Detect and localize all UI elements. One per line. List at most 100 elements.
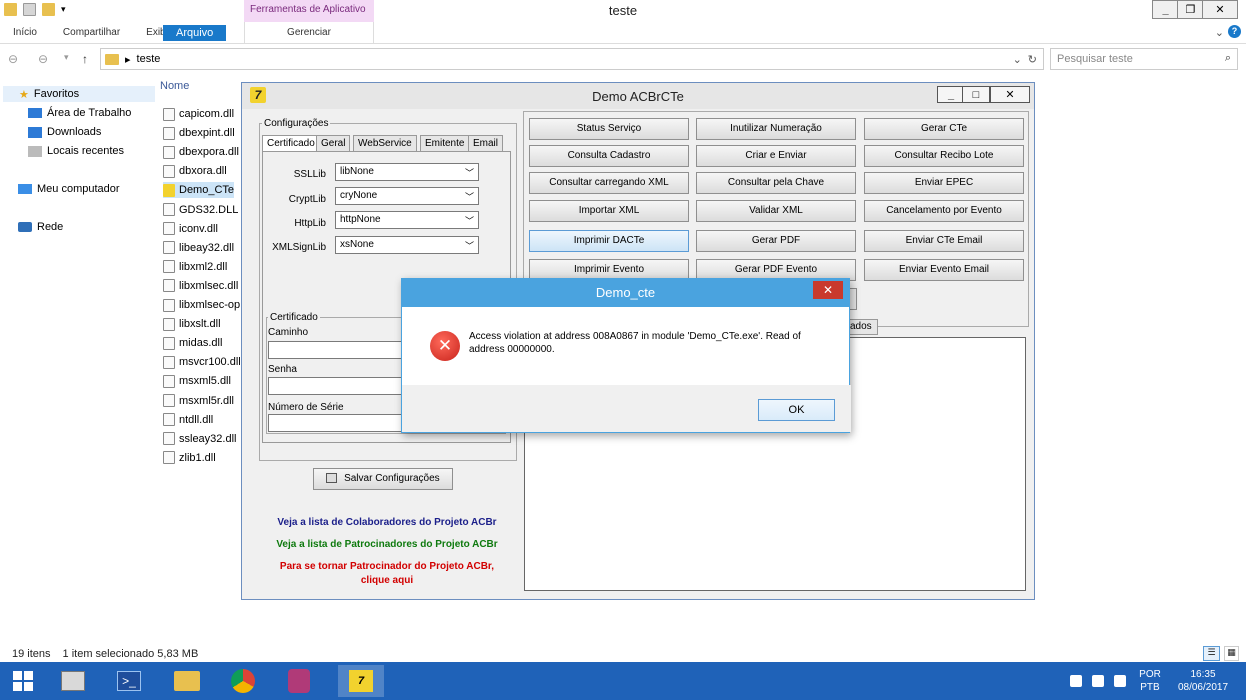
tab-email[interactable]: Email — [468, 135, 504, 152]
acbr-minimize-button[interactable]: _ — [937, 86, 965, 103]
action-button[interactable]: Enviar EPEC — [864, 172, 1024, 194]
tab-inicio[interactable]: Início — [0, 22, 50, 44]
recent-dropdown-icon[interactable]: ▾ — [64, 52, 69, 63]
action-button[interactable]: Consulta Cadastro — [529, 145, 689, 167]
action-button[interactable]: Importar XML — [529, 200, 689, 222]
ribbon-expand-icon[interactable]: ⌄ — [1215, 26, 1224, 39]
help-icon[interactable]: ? — [1228, 25, 1241, 38]
crypt-select[interactable]: cryNone ﹀ — [335, 187, 479, 205]
action-button[interactable]: Enviar CTe Email — [864, 230, 1024, 252]
refresh-icon[interactable]: ↻ — [1028, 53, 1037, 66]
up-icon[interactable]: ↑ — [82, 52, 88, 66]
http-select[interactable]: httpNone ﹀ — [335, 211, 479, 229]
tab-webservice[interactable]: WebService — [353, 135, 417, 152]
file-row[interactable]: ntdll.dll — [163, 412, 213, 428]
acbr-maximize-button[interactable]: □ — [962, 86, 990, 103]
server-manager-icon[interactable] — [50, 665, 96, 697]
cert-serial-input[interactable] — [268, 414, 402, 432]
file-row[interactable]: midas.dll — [163, 335, 222, 351]
file-row[interactable]: Demo_CTe — [163, 182, 235, 199]
minimize-button[interactable]: _ — [1152, 0, 1179, 19]
tab-compartilhar[interactable]: Compartilhar — [50, 22, 133, 44]
file-row[interactable]: libxmlsec.dll — [163, 278, 238, 294]
tray-volume-icon[interactable] — [1114, 675, 1126, 687]
become-sponsor-link-line2[interactable]: clique aqui — [256, 575, 518, 586]
acbr-taskbar-icon[interactable]: 7 — [338, 665, 384, 697]
column-header-name[interactable]: Nome — [160, 80, 240, 92]
large-icons-view-icon[interactable]: ▦ — [1224, 646, 1239, 661]
action-button[interactable]: Inutilizar Numeração — [696, 118, 856, 140]
action-button[interactable]: Gerar CTe — [864, 118, 1024, 140]
ssl-select[interactable]: libNone ﹀ — [335, 163, 479, 181]
address-dropdown-icon[interactable]: ⌄ — [1013, 53, 1022, 66]
tab-geral[interactable]: Geral — [316, 135, 351, 152]
tray-network-icon[interactable] — [1092, 675, 1104, 687]
nav-item-desktop[interactable]: Área de Trabalho — [28, 107, 131, 119]
close-button[interactable]: ✕ — [1202, 0, 1238, 19]
action-button[interactable]: Criar e Enviar — [696, 145, 856, 167]
file-name: libxmlsec.dll — [179, 279, 239, 292]
nav-item-recent[interactable]: Locais recentes — [28, 145, 124, 157]
file-row[interactable]: iconv.dll — [163, 221, 218, 237]
acbr-close-button[interactable]: ✕ — [990, 86, 1030, 103]
nav-item-computer[interactable]: Meu computador — [18, 183, 120, 195]
details-view-icon[interactable]: ☰ — [1203, 646, 1220, 661]
action-button[interactable]: Status Serviço — [529, 118, 689, 140]
file-row[interactable]: zlib1.dll — [163, 450, 216, 466]
ok-button[interactable]: OK — [758, 399, 835, 421]
file-row[interactable]: dbxora.dll — [163, 163, 227, 179]
nav-item-network[interactable]: Rede — [18, 221, 63, 233]
file-row[interactable]: msxml5.dll — [163, 373, 231, 389]
cert-path-input[interactable] — [268, 341, 402, 359]
action-button[interactable]: Consultar pela Chave — [696, 172, 856, 194]
file-row[interactable]: ssleay32.dll — [163, 431, 236, 447]
file-row[interactable]: msvcr100.dll — [163, 354, 241, 370]
file-row[interactable]: libxml2.dll — [163, 259, 227, 275]
result-tab-partial[interactable]: ados — [846, 319, 878, 335]
file-row[interactable]: dbexpint.dll — [163, 125, 235, 141]
search-icon[interactable]: ⌕ — [1225, 52, 1231, 65]
cert-password-input[interactable] — [268, 377, 402, 395]
action-button[interactable]: Cancelamento por Evento — [864, 200, 1024, 222]
action-button[interactable]: Consultar Recibo Lote — [864, 145, 1024, 167]
sponsors-link[interactable]: Veja a lista de Patrocinadores do Projet… — [256, 539, 518, 550]
maximize-button[interactable]: ❐ — [1177, 0, 1204, 19]
back-icon[interactable]: ⊖ — [8, 52, 18, 66]
breadcrumb[interactable]: teste — [137, 53, 161, 65]
tray-flag-icon[interactable] — [1070, 675, 1082, 687]
database-tool-icon[interactable] — [276, 665, 322, 697]
language-indicator[interactable]: POR PTB — [1136, 668, 1164, 694]
xmlsign-select[interactable]: xsNone ﹀ — [335, 236, 479, 254]
search-input[interactable]: Pesquisar teste ⌕ — [1050, 48, 1238, 70]
dialog-close-button[interactable]: ✕ — [813, 281, 843, 299]
become-sponsor-link[interactable]: Para se tornar Patrocinador do Projeto A… — [256, 561, 518, 572]
file-explorer-icon[interactable] — [164, 665, 210, 697]
chrome-icon[interactable] — [220, 665, 266, 697]
start-button[interactable] — [0, 665, 46, 697]
file-row[interactable]: libeay32.dll — [163, 240, 234, 256]
save-config-button[interactable]: Salvar Configurações — [313, 468, 453, 490]
clock[interactable]: 16:35 08/06/2017 — [1170, 668, 1236, 694]
tab-emitente[interactable]: Emitente — [420, 135, 470, 152]
forward-icon[interactable]: ⊖ — [38, 52, 48, 66]
file-row[interactable]: libxmlsec-op — [163, 297, 240, 313]
file-row[interactable]: GDS32.DLL — [163, 202, 238, 218]
file-row[interactable]: dbexpora.dll — [163, 144, 239, 160]
file-row[interactable]: msxml5r.dll — [163, 393, 234, 409]
nav-item-downloads[interactable]: Downloads — [28, 126, 101, 138]
action-button[interactable]: Gerar PDF — [696, 230, 856, 252]
action-button[interactable]: Consultar carregando XML — [529, 172, 689, 194]
cert-serial-label: Número de Série — [268, 402, 344, 413]
powershell-icon[interactable]: >_ — [106, 665, 152, 697]
tab-gerenciar[interactable]: Gerenciar — [244, 22, 374, 44]
action-button[interactable]: Enviar Evento Email — [864, 259, 1024, 281]
tab-certificado[interactable]: Certificado — [262, 135, 320, 152]
address-field[interactable]: ▸ teste ⌄ ↻ — [100, 48, 1044, 70]
file-row[interactable]: capicom.dll — [163, 106, 234, 122]
action-button[interactable]: Validar XML — [696, 200, 856, 222]
nav-item-favorites[interactable]: ★ Favoritos — [3, 86, 155, 102]
collaborators-link[interactable]: Veja a lista de Colaboradores do Projeto… — [256, 517, 518, 528]
tab-arquivo[interactable]: Arquivo — [163, 24, 227, 41]
action-button[interactable]: Imprimir DACTe — [529, 230, 689, 252]
file-row[interactable]: libxslt.dll — [163, 316, 221, 332]
